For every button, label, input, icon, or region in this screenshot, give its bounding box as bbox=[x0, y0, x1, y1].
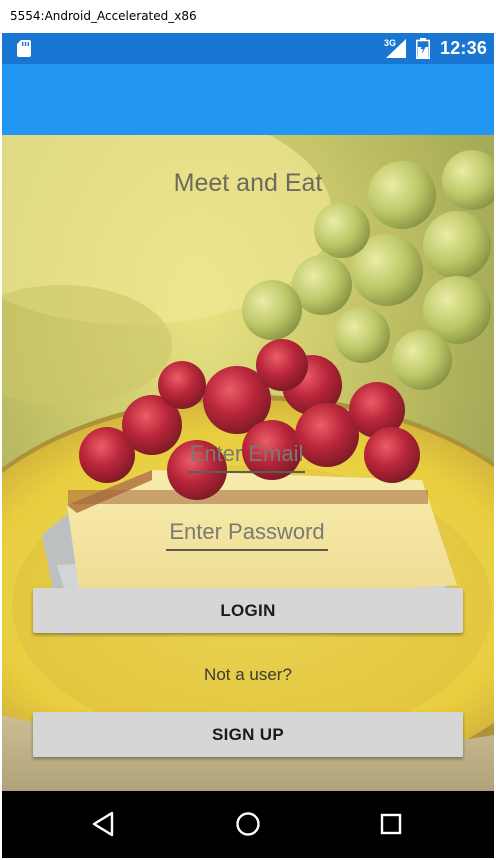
login-page: Meet and Eat LOGIN Not a user? SIGN UP bbox=[2, 135, 494, 791]
status-bar: 3G 12:36 bbox=[2, 33, 494, 64]
battery-icon bbox=[416, 38, 430, 59]
login-button[interactable]: LOGIN bbox=[33, 588, 463, 633]
android-device-screen: 3G 12:36 Meet and Eat Enter Email LOGIN … bbox=[2, 33, 494, 858]
app-title: Meet and Eat bbox=[173, 169, 323, 197]
signal-icon bbox=[386, 39, 406, 58]
status-clock: 12:36 bbox=[440, 38, 488, 58]
window-title: 5554:Android_Accelerated_x86 bbox=[10, 9, 197, 23]
app-bar bbox=[2, 64, 494, 135]
not-a-user-label: Not a user? bbox=[204, 665, 292, 684]
back-button[interactable] bbox=[83, 804, 123, 844]
email-field[interactable] bbox=[188, 440, 305, 473]
password-field[interactable] bbox=[166, 518, 328, 551]
sd-card-icon bbox=[17, 40, 31, 57]
recent-apps-icon bbox=[380, 813, 402, 835]
navigation-bar bbox=[2, 791, 494, 858]
emulator-window: 5554:Android_Accelerated_x86 3G 12:36 Me… bbox=[0, 0, 496, 860]
window-title-bar: 5554:Android_Accelerated_x86 bbox=[0, 0, 496, 34]
recent-apps-button[interactable] bbox=[371, 804, 411, 844]
home-icon bbox=[236, 812, 260, 836]
back-icon bbox=[92, 811, 114, 837]
sign-up-button[interactable]: SIGN UP bbox=[33, 712, 463, 757]
home-button[interactable] bbox=[228, 804, 268, 844]
